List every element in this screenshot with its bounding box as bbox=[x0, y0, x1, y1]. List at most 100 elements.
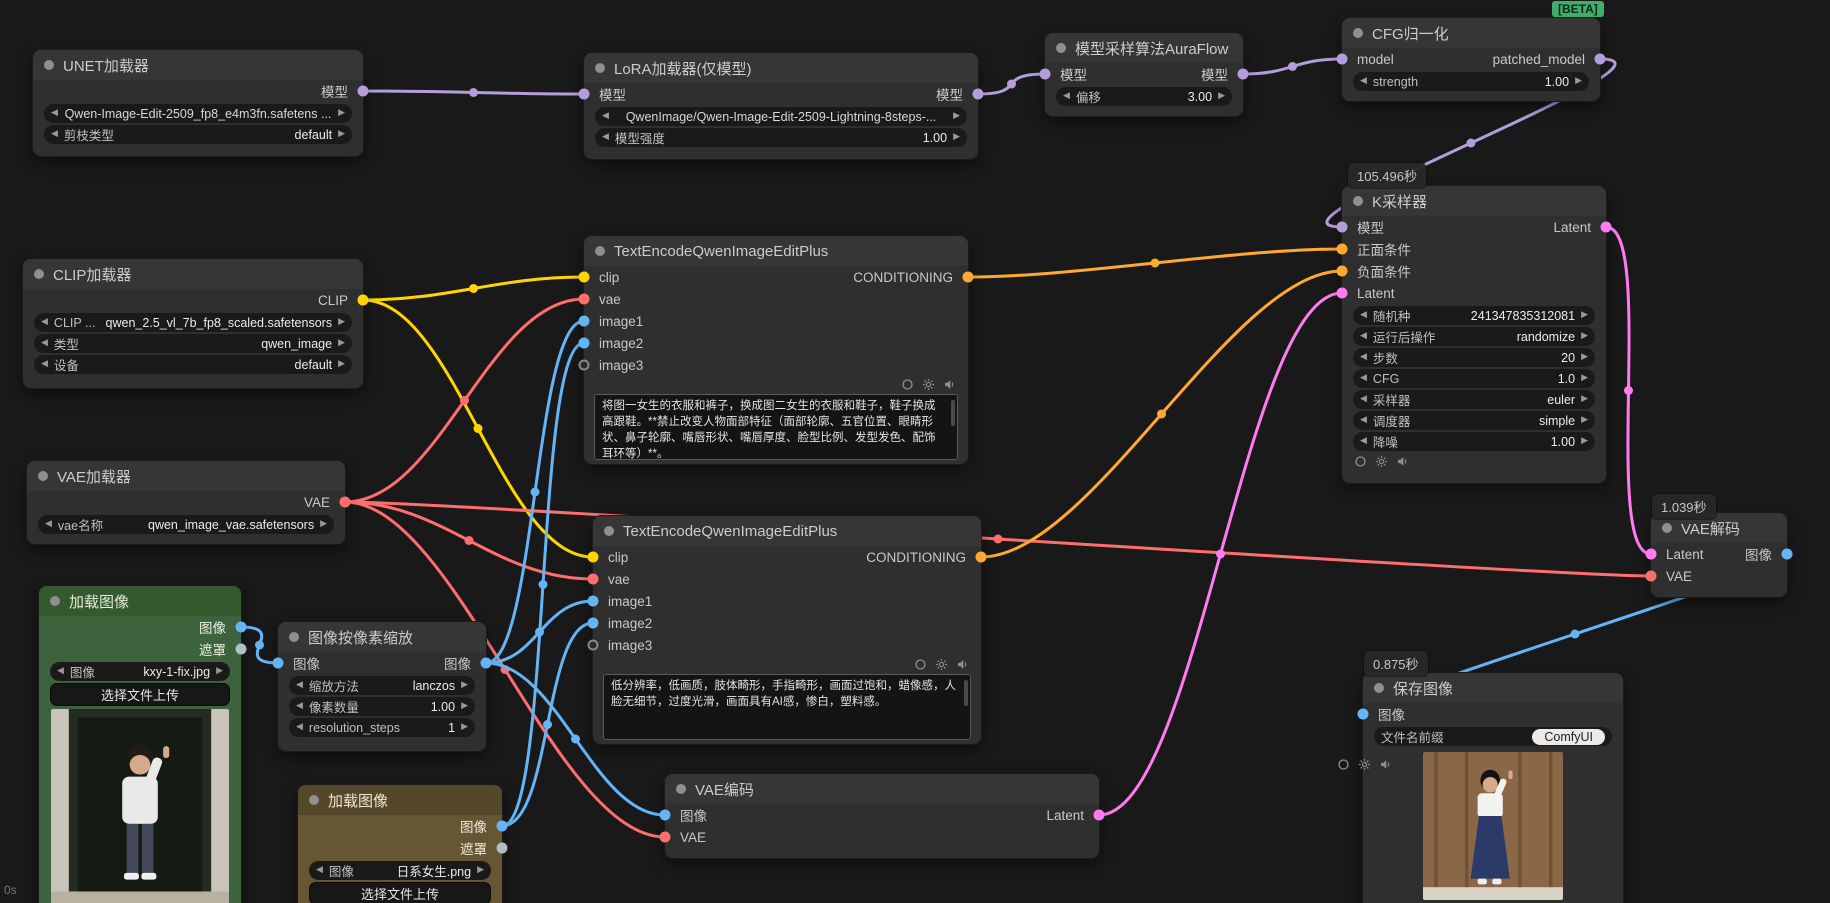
node-title-bar[interactable]: 加载图像 bbox=[298, 785, 502, 815]
combo-next-icon[interactable]: ▶ bbox=[461, 681, 468, 690]
widget-scheduler[interactable]: ◀ 调度器 simple ▶ bbox=[1353, 411, 1595, 430]
widget-vae-name[interactable]: ◀ vae名称 qwen_image_vae.safetensors ▶ bbox=[38, 515, 334, 534]
output-pin-image[interactable] bbox=[497, 821, 508, 832]
combo-prev-icon[interactable]: ◀ bbox=[1063, 92, 1070, 101]
output-pin-clip[interactable] bbox=[358, 295, 369, 306]
node-cfg-norm[interactable]: CFG归一化 model patched_model ◀ strength 1.… bbox=[1342, 18, 1600, 101]
node-title-bar[interactable]: CFG归一化 bbox=[1342, 18, 1600, 48]
widget-denoise[interactable]: ◀ 降噪 1.00 ▶ bbox=[1353, 432, 1595, 451]
speaker-icon[interactable] bbox=[943, 378, 956, 391]
combo-prev-icon[interactable]: ◀ bbox=[41, 360, 48, 369]
combo-next-icon[interactable]: ▶ bbox=[1581, 311, 1588, 320]
combo-next-icon[interactable]: ▶ bbox=[1581, 437, 1588, 446]
node-model-sampling-auraflow[interactable]: 模型采样算法AuraFlow 模型 模型 ◀ 偏移 3.00 ▶ bbox=[1045, 33, 1243, 116]
widget-device[interactable]: ◀ 设备 default ▶ bbox=[34, 355, 352, 374]
combo-next-icon[interactable]: ▶ bbox=[953, 133, 960, 142]
output-pin-image[interactable] bbox=[1782, 549, 1793, 560]
speaker-icon[interactable] bbox=[1379, 758, 1392, 771]
node-text-encode-positive[interactable]: TextEncodeQwenImageEditPlus clip CONDITI… bbox=[584, 236, 968, 464]
output-pin-image[interactable] bbox=[481, 658, 492, 669]
output-pin-mask[interactable] bbox=[497, 843, 508, 854]
node-unet-loader[interactable]: UNET加载器 模型 ◀ Qwen-Image-Edit-2509_fp8_e4… bbox=[33, 50, 363, 156]
input-pin-vae[interactable] bbox=[588, 574, 599, 585]
combo-next-icon[interactable]: ▶ bbox=[461, 702, 468, 711]
combo-next-icon[interactable]: ▶ bbox=[953, 112, 960, 121]
combo-next-icon[interactable]: ▶ bbox=[1581, 416, 1588, 425]
combo-next-icon[interactable]: ▶ bbox=[1581, 395, 1588, 404]
collapse-dot-icon[interactable] bbox=[1662, 523, 1672, 533]
input-pin-positive[interactable] bbox=[1337, 244, 1348, 255]
collapse-dot-icon[interactable] bbox=[289, 632, 299, 642]
combo-prev-icon[interactable]: ◀ bbox=[51, 130, 58, 139]
node-lora-loader[interactable]: LoRA加载器(仅模型) 模型 模型 ◀ QwenImage/Qwen-Imag… bbox=[584, 53, 978, 159]
widget-lora-name[interactable]: ◀ QwenImage/Qwen-Image-Edit-2509-Lightni… bbox=[595, 107, 967, 126]
input-pin-latent[interactable] bbox=[1646, 549, 1657, 560]
widget-weight-dtype[interactable]: ◀ 剪枝类型 default ▶ bbox=[44, 125, 352, 144]
output-pin-model[interactable] bbox=[973, 89, 984, 100]
input-pin-model[interactable] bbox=[1040, 69, 1051, 80]
combo-next-icon[interactable]: ▶ bbox=[338, 130, 345, 139]
widget-scale-method[interactable]: ◀ 缩放方法 lanczos ▶ bbox=[289, 676, 475, 695]
combo-next-icon[interactable]: ▶ bbox=[216, 667, 223, 676]
widget-model-strength[interactable]: ◀ 模型强度 1.00 ▶ bbox=[595, 128, 967, 147]
output-pin-image[interactable] bbox=[236, 622, 247, 633]
collapse-dot-icon[interactable] bbox=[34, 269, 44, 279]
combo-prev-icon[interactable]: ◀ bbox=[1360, 395, 1367, 404]
comfyui-graph-canvas[interactable]: UNET加载器 模型 ◀ Qwen-Image-Edit-2509_fp8_e4… bbox=[0, 0, 1830, 903]
output-pin-conditioning[interactable] bbox=[963, 272, 974, 283]
collapse-dot-icon[interactable] bbox=[604, 526, 614, 536]
node-vae-encode[interactable]: VAE编码 图像 Latent VAE bbox=[665, 774, 1099, 858]
prompt-textarea[interactable]: 低分辨率，低画质，肢体畸形，手指畸形，画面过饱和，蜡像感，人脸无细节，过度光滑，… bbox=[603, 674, 971, 740]
node-title-bar[interactable]: K采样器 bbox=[1342, 186, 1606, 216]
upload-button[interactable]: 选择文件上传 bbox=[310, 883, 490, 903]
speaker-icon[interactable] bbox=[1396, 455, 1409, 468]
combo-prev-icon[interactable]: ◀ bbox=[296, 702, 303, 711]
collapse-dot-icon[interactable] bbox=[1353, 196, 1363, 206]
widget-clip-type[interactable]: ◀ 类型 qwen_image ▶ bbox=[34, 334, 352, 353]
output-pin-patched-model[interactable] bbox=[1595, 54, 1606, 65]
combo-prev-icon[interactable]: ◀ bbox=[1360, 311, 1367, 320]
input-pin-vae[interactable] bbox=[660, 832, 671, 843]
collapse-dot-icon[interactable] bbox=[676, 784, 686, 794]
node-ksampler[interactable]: K采样器 模型 Latent 正面条件 负面条件 Latent ◀ 随机种 24… bbox=[1342, 186, 1606, 483]
collapse-dot-icon[interactable] bbox=[1353, 28, 1363, 38]
node-vae-loader[interactable]: VAE加载器 VAE ◀ vae名称 qwen_image_vae.safete… bbox=[27, 461, 345, 544]
input-pin-image3[interactable] bbox=[588, 640, 599, 651]
combo-prev-icon[interactable]: ◀ bbox=[316, 866, 323, 875]
collapse-dot-icon[interactable] bbox=[595, 246, 605, 256]
combo-prev-icon[interactable]: ◀ bbox=[1360, 416, 1367, 425]
node-title-bar[interactable]: 图像按像素缩放 bbox=[278, 622, 486, 652]
node-title-bar[interactable]: UNET加载器 bbox=[33, 50, 363, 80]
input-pin-model[interactable] bbox=[1337, 54, 1348, 65]
collapse-dot-icon[interactable] bbox=[50, 596, 60, 606]
combo-next-icon[interactable]: ▶ bbox=[461, 723, 468, 732]
widget-steps[interactable]: ◀ 步数 20 ▶ bbox=[1353, 348, 1595, 367]
input-pin-latent[interactable] bbox=[1337, 288, 1348, 299]
collapse-dot-icon[interactable] bbox=[595, 63, 605, 73]
combo-next-icon[interactable]: ▶ bbox=[338, 318, 345, 327]
combo-prev-icon[interactable]: ◀ bbox=[1360, 353, 1367, 362]
combo-next-icon[interactable]: ▶ bbox=[1581, 374, 1588, 383]
widget-image-file[interactable]: ◀ 图像 日系女生.png ▶ bbox=[309, 861, 491, 880]
bypass-icon[interactable] bbox=[1337, 758, 1350, 771]
node-title-bar[interactable]: TextEncodeQwenImageEditPlus bbox=[593, 516, 981, 546]
combo-prev-icon[interactable]: ◀ bbox=[296, 723, 303, 732]
upload-button[interactable]: 选择文件上传 bbox=[51, 684, 229, 705]
combo-prev-icon[interactable]: ◀ bbox=[602, 112, 609, 121]
output-pin-vae[interactable] bbox=[340, 497, 351, 508]
widget-sampler[interactable]: ◀ 采样器 euler ▶ bbox=[1353, 390, 1595, 409]
input-pin-image[interactable] bbox=[1358, 709, 1369, 720]
combo-prev-icon[interactable]: ◀ bbox=[51, 109, 58, 118]
node-title-bar[interactable]: LoRA加载器(仅模型) bbox=[584, 53, 978, 83]
combo-next-icon[interactable]: ▶ bbox=[338, 109, 345, 118]
input-pin-image[interactable] bbox=[660, 810, 671, 821]
node-title-bar[interactable]: VAE编码 bbox=[665, 774, 1099, 804]
node-title-bar[interactable]: 保存图像 bbox=[1363, 673, 1623, 703]
widget-seed[interactable]: ◀ 随机种 241347835312081 ▶ bbox=[1353, 306, 1595, 325]
output-pin-model[interactable] bbox=[1238, 69, 1249, 80]
combo-next-icon[interactable]: ▶ bbox=[477, 866, 484, 875]
combo-prev-icon[interactable]: ◀ bbox=[602, 133, 609, 142]
combo-prev-icon[interactable]: ◀ bbox=[1360, 332, 1367, 341]
widget-control-after-generate[interactable]: ◀ 运行后操作 randomize ▶ bbox=[1353, 327, 1595, 346]
collapse-dot-icon[interactable] bbox=[44, 60, 54, 70]
